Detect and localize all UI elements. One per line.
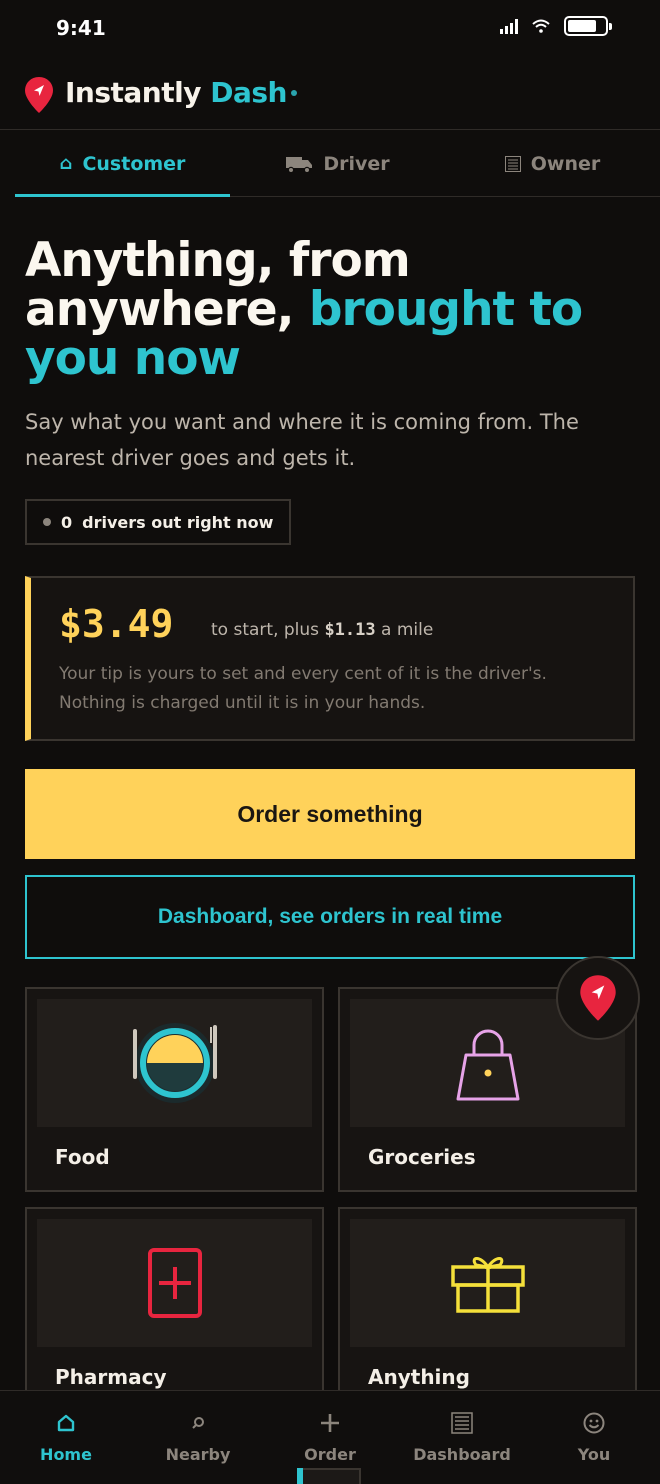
dashboard-button[interactable]: Dashboard, see orders in real time	[25, 875, 635, 959]
home-icon: ⌂	[59, 153, 73, 174]
price-mile-suffix: a mile	[381, 620, 434, 640]
status-dot	[43, 518, 51, 526]
app-header: Instantly Dash	[0, 64, 660, 130]
drivers-status-badge: 0 drivers out right now	[25, 499, 292, 545]
category-art	[350, 1219, 625, 1347]
status-time: 9:41	[56, 16, 106, 40]
ledger-icon	[504, 155, 521, 172]
price-detail: to start, plus $1.13 a mile	[211, 620, 433, 640]
wifi-icon	[532, 19, 550, 33]
home-indicator[interactable]	[297, 1468, 361, 1484]
plus-icon	[319, 1411, 341, 1435]
nav-nearby[interactable]: Nearby	[132, 1391, 264, 1484]
category-card-anything[interactable]: Anything	[338, 1207, 637, 1412]
role-tabs: ⌂ Customer Driver Owner	[15, 131, 660, 197]
category-label: Food	[55, 1145, 110, 1169]
category-art	[37, 999, 312, 1127]
location-pin-logo-icon	[25, 77, 53, 113]
order-something-button[interactable]: Order something	[25, 769, 635, 859]
tab-driver-label: Driver	[323, 152, 390, 175]
price-to-start: to start, plus	[211, 620, 320, 640]
category-label: Groceries	[368, 1145, 476, 1169]
per-mile-price: $1.13	[324, 620, 376, 640]
nav-you[interactable]: You	[528, 1391, 660, 1484]
hero-subtitle: Say what you want and where it is coming…	[25, 410, 579, 470]
location-pin-icon	[580, 975, 616, 1021]
base-price: $3.49	[59, 602, 174, 646]
category-art	[37, 1219, 312, 1347]
signal-icon	[500, 18, 518, 34]
hero-title: Anything, from anywhere, brought to you …	[25, 236, 635, 383]
tab-owner[interactable]: Owner	[445, 131, 660, 196]
status-icons	[500, 16, 612, 36]
truck-icon	[286, 156, 313, 173]
category-card-pharmacy[interactable]: Pharmacy	[25, 1207, 324, 1412]
home-icon	[56, 1411, 76, 1435]
status-dot	[291, 90, 297, 96]
navigate-fab-button[interactable]	[556, 956, 640, 1040]
tab-driver[interactable]: Driver	[230, 131, 445, 196]
shopping-bag-icon	[456, 1029, 519, 1101]
nav-you-label: You	[577, 1445, 611, 1464]
pricing-card: $3.49 to start, plus $1.13 a mile Your t…	[25, 576, 635, 741]
plate-icon	[132, 1023, 217, 1103]
smiley-icon	[583, 1411, 605, 1435]
nav-home-label: Home	[40, 1445, 92, 1464]
brand-name-part2: Dash	[210, 76, 287, 109]
tab-customer[interactable]: ⌂ Customer	[15, 131, 230, 197]
category-label: Anything	[368, 1365, 470, 1389]
category-card-food[interactable]: Food	[25, 987, 324, 1192]
search-icon	[190, 1411, 206, 1435]
status-bar: 9:41	[0, 0, 660, 56]
nav-order-label: Order	[304, 1445, 356, 1464]
category-label: Pharmacy	[55, 1365, 167, 1389]
nav-dashboard[interactable]: Dashboard	[396, 1391, 528, 1484]
brand-name: Instantly Dash	[65, 76, 287, 109]
drivers-label: drivers out right now	[82, 512, 274, 532]
pricing-note: Your tip is yours to set and every cent …	[59, 664, 547, 713]
nav-dashboard-label: Dashboard	[413, 1445, 511, 1464]
brand-name-part1: Instantly	[65, 76, 201, 109]
drivers-count: 0	[61, 512, 73, 532]
gift-icon	[450, 1257, 525, 1313]
battery-icon	[564, 16, 612, 36]
tab-customer-label: Customer	[82, 152, 186, 175]
nav-nearby-label: Nearby	[165, 1445, 231, 1464]
ledger-icon	[451, 1411, 473, 1435]
medical-cross-icon	[147, 1248, 202, 1318]
nav-home[interactable]: Home	[0, 1391, 132, 1484]
tab-owner-label: Owner	[530, 152, 601, 175]
